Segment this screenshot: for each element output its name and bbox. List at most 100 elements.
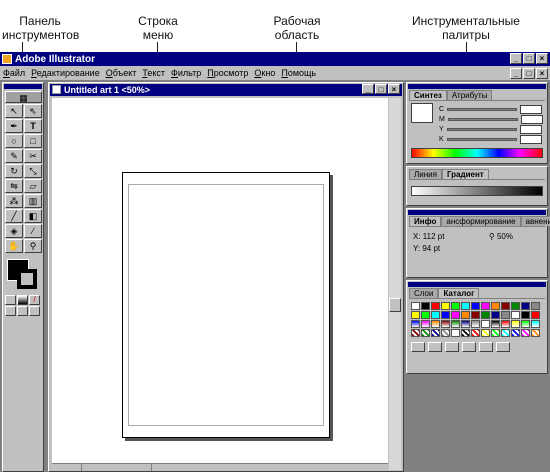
swatch-cell[interactable]: [461, 329, 470, 337]
stroke-swatch[interactable]: [17, 269, 37, 289]
show-all-swatches-button[interactable]: [411, 342, 425, 352]
swatch-cell[interactable]: [531, 320, 540, 328]
doc-minimize-button[interactable]: _: [362, 84, 374, 94]
swatch-cell[interactable]: [421, 320, 430, 328]
swatch-cell[interactable]: [521, 320, 530, 328]
swatch-cell[interactable]: [441, 329, 450, 337]
swatch-cell[interactable]: [491, 311, 500, 319]
swatch-cell[interactable]: [431, 311, 440, 319]
doc-close-button[interactable]: ×: [388, 84, 400, 94]
swatch-cell[interactable]: [521, 302, 530, 310]
menu-window[interactable]: Окно: [251, 68, 278, 78]
swatch-cell[interactable]: [421, 329, 430, 337]
swatch-cell[interactable]: [531, 302, 540, 310]
swatch-cell[interactable]: [531, 329, 540, 337]
swatch-cell[interactable]: [501, 329, 510, 337]
mdi-minimize-button[interactable]: _: [510, 68, 522, 79]
tab-swatches[interactable]: Каталог: [438, 288, 480, 298]
swatch-cell[interactable]: [441, 320, 450, 328]
swatch-cell[interactable]: [451, 329, 460, 337]
doc-maximize-button[interactable]: □: [375, 84, 387, 94]
delete-swatch-button[interactable]: [496, 342, 510, 352]
swatch-cell[interactable]: [471, 329, 480, 337]
tab-stroke[interactable]: Линия: [409, 169, 442, 179]
swatch-cell[interactable]: [521, 311, 530, 319]
zoom-field[interactable]: [52, 464, 82, 471]
fill-stroke-control[interactable]: [5, 257, 41, 291]
swatch-cell[interactable]: [501, 311, 510, 319]
gradient-bar[interactable]: [411, 186, 543, 196]
eyedropper-tool-icon[interactable]: ⁄: [24, 224, 42, 238]
rotate-tool-icon[interactable]: ↻: [5, 164, 23, 178]
swatch-cell[interactable]: [461, 311, 470, 319]
menu-filter[interactable]: Фильтр: [168, 68, 204, 78]
value-y[interactable]: [519, 124, 542, 134]
type-tool-icon[interactable]: T: [24, 119, 42, 133]
show-pattern-swatches-button[interactable]: [462, 342, 476, 352]
swatch-cell[interactable]: [421, 311, 430, 319]
vertical-scroll-thumb[interactable]: [389, 298, 401, 312]
swatch-cell[interactable]: [431, 320, 440, 328]
zoom-tool-icon[interactable]: ⚲: [24, 239, 42, 253]
swatch-cell[interactable]: [431, 302, 440, 310]
menu-file[interactable]: Файл: [0, 68, 28, 78]
tab-gradient[interactable]: Градиент: [441, 169, 489, 179]
color-mode-icon[interactable]: [5, 295, 16, 305]
menu-object[interactable]: Объект: [103, 68, 140, 78]
swatch-cell[interactable]: [491, 329, 500, 337]
line-tool-icon[interactable]: ╱: [5, 209, 23, 223]
selection-tool-icon[interactable]: ↖: [5, 104, 23, 118]
swatch-cell[interactable]: [521, 329, 530, 337]
color-spectrum-bar[interactable]: [411, 148, 543, 158]
menu-type[interactable]: Текст: [139, 68, 168, 78]
ellipse-tool-icon[interactable]: ○: [5, 134, 23, 148]
show-gradient-swatches-button[interactable]: [445, 342, 459, 352]
scale-tool-icon[interactable]: ⤡: [24, 164, 42, 178]
none-mode-icon[interactable]: /: [29, 295, 40, 305]
mdi-maximize-button[interactable]: □: [523, 68, 535, 79]
swatch-cell[interactable]: [481, 311, 490, 319]
direct-selection-tool-icon[interactable]: ⇖: [24, 104, 42, 118]
swatch-cell[interactable]: [441, 302, 450, 310]
graph-tool-icon[interactable]: ▥: [24, 194, 42, 208]
swatch-cell[interactable]: [431, 329, 440, 337]
value-c[interactable]: [520, 104, 543, 114]
swatch-cell[interactable]: [511, 320, 520, 328]
artboard-page[interactable]: [122, 172, 330, 438]
swatch-cell[interactable]: [481, 320, 490, 328]
swatch-cell[interactable]: [411, 311, 420, 319]
slider-c[interactable]: [447, 107, 518, 111]
swatch-cell[interactable]: [531, 311, 540, 319]
swatch-grid[interactable]: [407, 299, 547, 340]
tab-transform[interactable]: ансформирование: [441, 216, 521, 226]
rectangle-tool-icon[interactable]: □: [24, 134, 42, 148]
swatch-cell[interactable]: [411, 329, 420, 337]
swatch-cell[interactable]: [501, 320, 510, 328]
blend-tool-icon[interactable]: ⁂: [5, 194, 23, 208]
swatch-cell[interactable]: [411, 320, 420, 328]
slider-k[interactable]: [446, 137, 517, 141]
scissors-tool-icon[interactable]: ✂: [24, 149, 42, 163]
swatch-cell[interactable]: [451, 320, 460, 328]
mdi-close-button[interactable]: ×: [536, 68, 548, 79]
menu-view[interactable]: Просмотр: [204, 68, 251, 78]
new-swatch-button[interactable]: [479, 342, 493, 352]
swatch-cell[interactable]: [451, 302, 460, 310]
slider-m[interactable]: [447, 117, 518, 121]
value-m[interactable]: [520, 114, 543, 124]
swatch-cell[interactable]: [491, 302, 500, 310]
minimize-button[interactable]: _: [510, 53, 522, 64]
vertical-scrollbar[interactable]: [389, 98, 401, 470]
swatch-cell[interactable]: [481, 302, 490, 310]
close-button[interactable]: ×: [536, 53, 548, 64]
swatch-cell[interactable]: [501, 302, 510, 310]
tab-layers[interactable]: Слои: [409, 288, 439, 298]
swatch-cell[interactable]: [471, 311, 480, 319]
work-area-canvas[interactable]: [52, 98, 388, 470]
menu-help[interactable]: Помощь: [278, 68, 319, 78]
tab-info[interactable]: Инфо: [409, 216, 442, 226]
swatch-cell[interactable]: [471, 320, 480, 328]
tab-color[interactable]: Синтез: [409, 90, 447, 100]
hand-tool-icon[interactable]: ✋: [5, 239, 23, 253]
full-screen-icon[interactable]: [29, 306, 40, 316]
